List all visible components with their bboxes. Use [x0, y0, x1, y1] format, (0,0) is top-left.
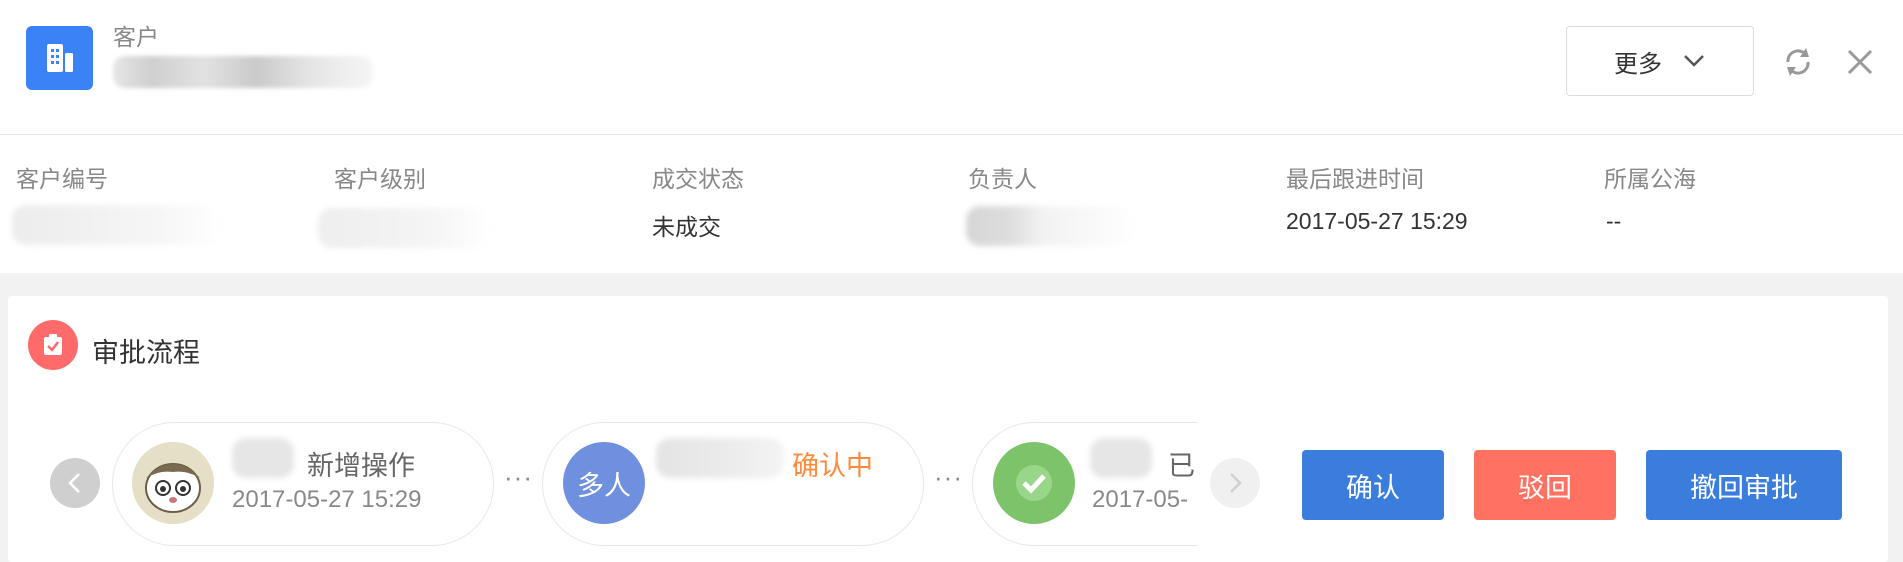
chevron-left-icon [68, 473, 80, 493]
chevron-right-icon [1230, 473, 1242, 493]
approved-avatar [993, 442, 1075, 524]
field-label-public-pool: 所属公海 [1604, 166, 1696, 192]
field-label-customer-number: 客户编号 [16, 166, 108, 192]
close-icon[interactable] [1840, 42, 1880, 82]
step-status-pending: 确认中 [792, 451, 873, 481]
field-value-customer-number-redacted [12, 205, 222, 245]
more-dropdown-button[interactable]: 更多 [1566, 26, 1754, 96]
field-value-public-pool: -- [1606, 208, 1622, 234]
field-label-last-followup: 最后跟进时间 [1286, 166, 1424, 192]
step-time: 2017-05-27 15:29 [232, 486, 422, 513]
more-label: 更多 [1614, 50, 1662, 78]
step-connector: ··· [934, 462, 963, 492]
confirm-button[interactable]: 确认 [1302, 450, 1444, 520]
approval-step-completed-clip: 已 2017-05- [972, 422, 1198, 546]
approval-title: 审批流程 [92, 338, 200, 368]
user-avatar [132, 442, 214, 524]
next-step-button[interactable] [1210, 458, 1260, 508]
step-action-label: 新增操作 [307, 451, 415, 481]
step-user-names-redacted [656, 438, 784, 478]
step-action-label: 已 [1168, 451, 1195, 481]
reject-button[interactable]: 驳回 [1474, 450, 1616, 520]
chevron-down-icon [1684, 55, 1704, 67]
field-label-owner: 负责人 [968, 166, 1037, 192]
customer-building-icon [26, 26, 93, 90]
field-value-last-followup: 2017-05-27 15:29 [1286, 208, 1468, 234]
field-label-deal-status: 成交状态 [652, 166, 744, 192]
multi-user-avatar: 多人 [563, 442, 645, 524]
object-type-label: 客户 [113, 24, 159, 50]
customer-name-redacted [113, 56, 373, 88]
field-value-customer-level-redacted [318, 208, 493, 248]
previous-step-button[interactable] [50, 458, 100, 508]
customer-summary-fields [0, 135, 1903, 273]
step-connector: ··· [504, 462, 533, 492]
check-icon [1016, 465, 1052, 501]
step-user-name-redacted [232, 438, 294, 478]
field-label-customer-level: 客户级别 [334, 166, 426, 192]
field-value-owner-redacted [966, 206, 1136, 246]
step-user-name-redacted [1090, 438, 1152, 478]
withdraw-approval-button[interactable]: 撤回审批 [1646, 450, 1842, 520]
field-value-deal-status: 未成交 [652, 214, 721, 240]
refresh-icon[interactable] [1778, 42, 1818, 82]
clipboard-check-icon [28, 320, 78, 370]
step-time: 2017-05- [1092, 486, 1189, 513]
